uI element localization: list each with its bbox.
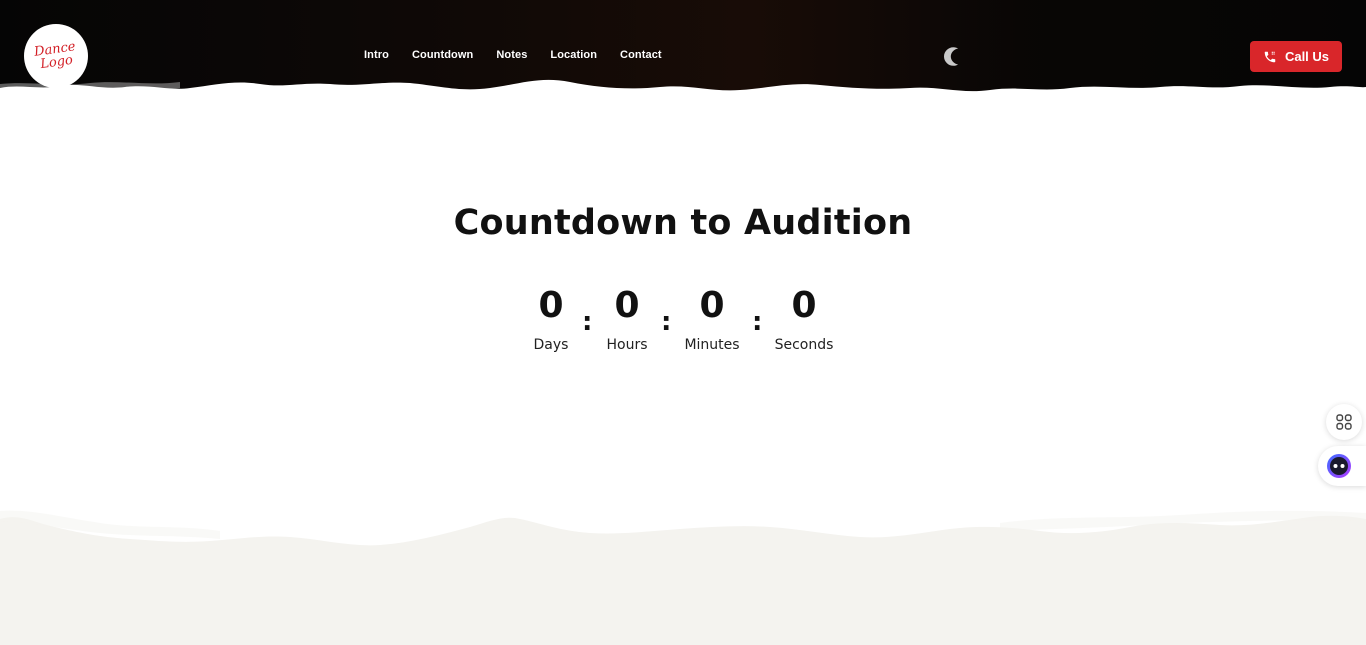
countdown-timer: 0 Days : 0 Hours : 0 Minutes : 0 Seconds: [0, 285, 1366, 365]
countdown-separator: :: [582, 307, 593, 337]
countdown-days: 0 Days: [532, 285, 570, 353]
countdown-separator: :: [661, 307, 672, 337]
assistant-bot-icon: [1327, 454, 1351, 478]
nav-item-location[interactable]: Location: [550, 49, 597, 61]
countdown-hours: 0 Hours: [604, 285, 650, 353]
bottom-section-background: [0, 510, 1366, 645]
days-value: 0: [538, 285, 564, 326]
phone-icon: [1264, 51, 1276, 62]
moon-icon[interactable]: [938, 44, 962, 68]
nav-item-contact[interactable]: Contact: [620, 49, 662, 61]
main-nav: Intro Countdown Notes Location Contact: [364, 49, 685, 61]
call-us-button[interactable]: Call Us: [1250, 41, 1342, 72]
site-header: Dance Logo Intro Countdown Notes Locatio…: [0, 0, 1366, 112]
seconds-label: Seconds: [774, 337, 834, 353]
apps-grid-icon: [1336, 414, 1352, 430]
logo-line-2: Logo: [39, 52, 75, 73]
countdown-title: Countdown to Audition: [453, 203, 913, 243]
apps-button[interactable]: [1326, 404, 1362, 440]
nav-item-countdown[interactable]: Countdown: [412, 49, 473, 61]
logo-text: Dance Logo: [33, 39, 79, 73]
countdown-seconds: 0 Seconds: [772, 285, 836, 353]
header-torn-edge: [0, 79, 1366, 112]
nav-item-intro[interactable]: Intro: [364, 49, 389, 61]
assistant-button[interactable]: [1318, 446, 1366, 486]
countdown-minutes: 0 Minutes: [682, 285, 742, 353]
days-label: Days: [533, 337, 569, 353]
logo[interactable]: Dance Logo: [24, 24, 88, 88]
seconds-value: 0: [791, 285, 817, 326]
hours-value: 0: [614, 285, 640, 326]
minutes-value: 0: [699, 285, 725, 326]
countdown-separator: :: [752, 307, 763, 337]
minutes-label: Minutes: [684, 337, 740, 353]
hours-label: Hours: [606, 337, 648, 353]
call-us-label: Call Us: [1284, 49, 1330, 64]
nav-item-notes[interactable]: Notes: [496, 49, 527, 61]
